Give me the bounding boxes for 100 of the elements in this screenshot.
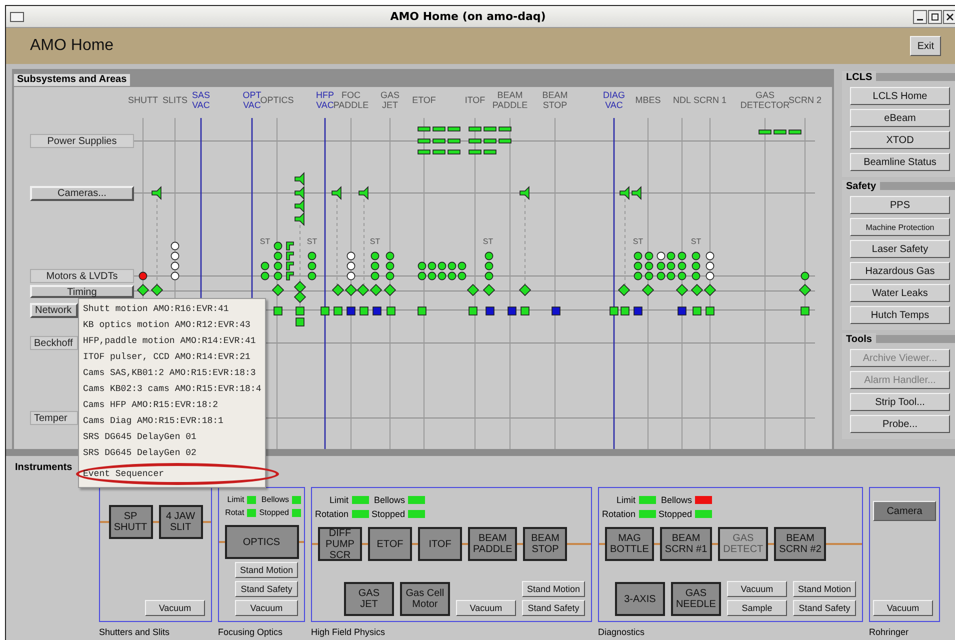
menu-item[interactable]: HFP,paddle motion AMO:R14:EVR:41 (79, 333, 265, 349)
menu-item[interactable]: Shutt motion AMO:R16:EVR:41 (79, 301, 265, 317)
column-label: GAS DETECTOR (740, 90, 790, 110)
group-caption: Shutters and Slits (99, 626, 171, 637)
instrument-button[interactable]: Sample (726, 600, 787, 616)
st-label: ST (690, 237, 702, 246)
device-block[interactable]: SP SHUTT (108, 505, 152, 539)
minimize-icon (917, 18, 923, 20)
status-label: Limit (328, 495, 349, 505)
status-label: Rotation (315, 509, 349, 519)
st-label: ST (370, 237, 380, 246)
column-label: ITOF (464, 95, 486, 105)
side-button[interactable]: Hutch Temps (850, 306, 950, 324)
row-button[interactable]: Temper (30, 411, 78, 425)
row-button[interactable]: Timing (30, 284, 134, 298)
menu-item[interactable]: SRS DG645 DelayGen 01 (79, 429, 265, 445)
status-label: Stopped (372, 509, 406, 519)
instrument-button[interactable]: Stand Safety (792, 600, 856, 616)
side-button[interactable]: Laser Safety (850, 240, 950, 258)
instrument-button[interactable]: Stand Motion (792, 581, 856, 597)
row-button[interactable]: Power Supplies (30, 134, 134, 148)
device-block[interactable]: MAG BOTTLE (605, 527, 654, 561)
instrument-button[interactable]: Stand Motion (234, 562, 298, 578)
instrument-button[interactable]: Vacuum (234, 600, 298, 616)
status-label: Limit (616, 495, 636, 505)
column-label: SLITS (162, 95, 188, 105)
group-caption: Diagnostics (598, 626, 646, 637)
row-button[interactable]: Cameras... (30, 186, 134, 200)
instrument-button[interactable]: Stand Safety (522, 600, 585, 616)
column-label: SCRN 1 (694, 95, 726, 105)
menu-item[interactable]: Cams Diag AMO:R15:EVR:18:1 (79, 413, 265, 429)
panel-title: Safety (842, 180, 880, 193)
menu-item[interactable]: SRS DG645 DelayGen 02 (79, 445, 265, 461)
device-block[interactable]: Gas Cell Motor (400, 582, 450, 616)
row-button[interactable]: Beckhoff (30, 336, 78, 350)
device-block[interactable]: BEAM SCRN #1 (660, 527, 712, 561)
st-label: ST (632, 237, 644, 246)
column-label: BEAM STOP (542, 90, 568, 110)
column-label: ETOF (412, 95, 436, 105)
panel-title: Tools (842, 333, 876, 346)
row-button[interactable]: Network (30, 302, 78, 318)
instrument-button[interactable]: Vacuum (873, 600, 933, 616)
status-label: Rotat (225, 508, 244, 517)
minimize-button[interactable] (913, 10, 927, 24)
device-block[interactable]: ITOF (418, 527, 462, 561)
exit-button[interactable]: Exit (910, 36, 941, 56)
side-button[interactable]: LCLS Home (850, 87, 950, 105)
side-button[interactable]: Water Leaks (850, 284, 950, 302)
side-button[interactable]: XTOD (850, 131, 950, 149)
page-title: AMO Home (30, 37, 114, 55)
window-title: AMO Home (on amo-daq) (389, 10, 547, 23)
device-block[interactable]: DIFF PUMP SCR (318, 527, 362, 561)
device-block[interactable]: GAS JET (344, 582, 394, 616)
status-label: Bellows (373, 495, 406, 505)
menu-item[interactable]: KB optics motion AMO:R12:EVR:43 (79, 317, 265, 333)
row-button[interactable]: Motors & LVDTs (30, 269, 134, 283)
maximize-icon (931, 12, 939, 20)
column-label: SHUTT (128, 95, 158, 105)
column-label: MBES (635, 95, 661, 105)
window-menu-icon[interactable] (10, 12, 24, 22)
camera-button[interactable]: Camera (873, 501, 936, 521)
instrument-button[interactable]: Stand Safety (234, 581, 298, 597)
device-block[interactable]: 4 JAW SLIT (158, 505, 202, 539)
status-label: Limit (226, 495, 244, 504)
device-block[interactable]: GAS NEEDLE (670, 582, 721, 616)
close-button[interactable] (943, 10, 955, 24)
side-button[interactable]: Probe... (850, 415, 950, 433)
device-block[interactable]: BEAM SCRN #2 (774, 527, 826, 561)
instrument-button[interactable]: Vacuum (726, 581, 787, 597)
side-button[interactable]: PPS (850, 196, 950, 214)
group-caption: High Field Physics (311, 626, 386, 637)
section-title: Instruments (15, 462, 72, 473)
status-label: Bellows (660, 495, 692, 505)
instrument-button[interactable]: Vacuum (145, 600, 205, 616)
side-button[interactable]: Beamline Status (850, 153, 950, 171)
side-button[interactable]: eBeam (850, 109, 950, 127)
side-button[interactable]: Strip Tool... (850, 393, 950, 411)
st-label: ST (482, 237, 494, 246)
column-label: FOC PADDLE (333, 90, 369, 110)
menu-item[interactable]: Cams HFP AMO:R15:EVR:18:2 (79, 397, 265, 413)
device-block[interactable]: BEAM STOP (523, 527, 568, 561)
group-caption: Rohringer (869, 626, 910, 637)
menu-item[interactable]: Cams KB02:3 cams AMO:R15:EVR:18:4 (79, 381, 265, 397)
status-label: Stopped (658, 509, 692, 519)
side-button[interactable]: Machine Protection (850, 218, 950, 236)
menu-item[interactable]: ITOF pulser, CCD AMO:R14:EVR:21 (79, 349, 265, 365)
menu-item[interactable]: Cams SAS,KB01:2 AMO:R15:EVR:18:3 (79, 365, 265, 381)
vacuum-column-label: DIAG VAC (603, 90, 625, 110)
device-block[interactable]: OPTICS (224, 525, 298, 559)
instrument-button[interactable]: Vacuum (456, 600, 516, 616)
device-block[interactable]: 3-AXIS (614, 582, 665, 616)
device-block[interactable]: ETOF (368, 527, 412, 561)
column-label: OPTICS (260, 95, 294, 105)
instrument-button[interactable]: Stand Motion (522, 581, 585, 597)
status-label: Bellows (260, 495, 289, 504)
vacuum-column-label: HFP VAC (316, 90, 334, 110)
panel-title: LCLS (842, 71, 876, 84)
device-block[interactable]: BEAM PADDLE (468, 527, 518, 561)
side-button[interactable]: Hazardous Gas (850, 262, 950, 280)
maximize-button[interactable] (928, 10, 942, 24)
